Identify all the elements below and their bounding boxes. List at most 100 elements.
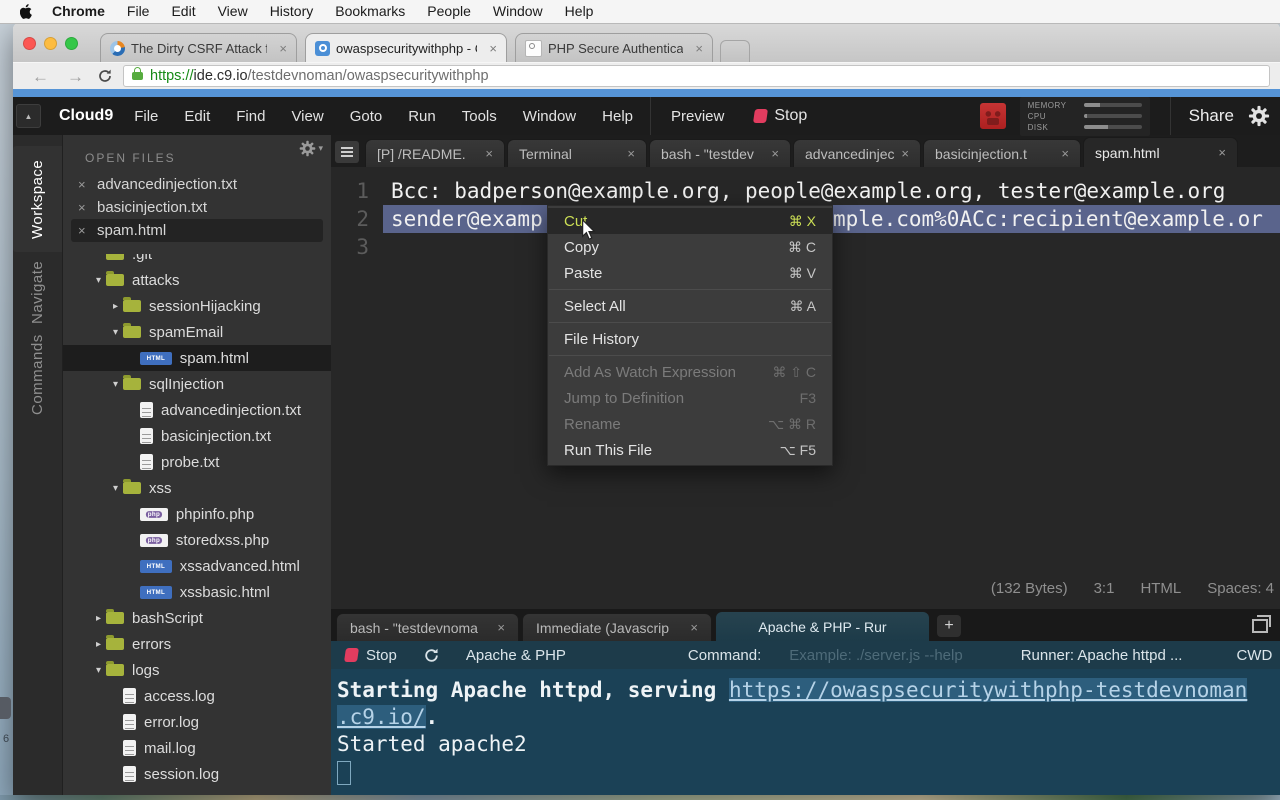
folder-expanded-icon[interactable]: ▾ xyxy=(108,379,123,390)
browser-tab-1[interactable]: The Dirty CSRF Attack for × xyxy=(100,33,297,62)
tree-item[interactable]: ▾ logs xyxy=(63,657,331,683)
maximize-console-icon[interactable] xyxy=(1252,615,1271,633)
ide-menu-window[interactable]: Window xyxy=(510,108,589,125)
minimize-window-icon[interactable] xyxy=(44,37,57,50)
ide-menu-tools[interactable]: Tools xyxy=(449,108,510,125)
console-tab-1[interactable]: bash - "testdevnoma × xyxy=(336,613,519,641)
browser-tab-2[interactable]: owaspsecuritywithphp - Cl × xyxy=(305,33,507,62)
tree-item[interactable]: HTML spam.html xyxy=(63,345,331,371)
editor-tab-3[interactable]: bash - "testdev × xyxy=(649,139,791,167)
ide-menu-file[interactable]: File xyxy=(121,108,171,125)
folder-collapsed-icon[interactable]: ▸ xyxy=(108,301,123,312)
ide-menu-find[interactable]: Find xyxy=(223,108,278,125)
tree-item[interactable]: ▾ xss xyxy=(63,475,331,501)
console-tab-2[interactable]: Immediate (Javascrip × xyxy=(522,613,712,641)
close-tab-icon[interactable]: × xyxy=(691,41,703,56)
terminal-output[interactable]: Starting Apache httpd, serving https://o… xyxy=(331,669,1280,795)
ide-menu-goto[interactable]: Goto xyxy=(337,108,396,125)
cwd-selector[interactable]: CWD xyxy=(1236,647,1272,664)
macos-menu-item-edit[interactable]: Edit xyxy=(160,3,206,19)
tree-item[interactable]: ▾ attacks xyxy=(63,267,331,293)
add-console-tab-button[interactable]: + xyxy=(937,615,961,637)
command-input[interactable]: Example: ./server.js --help xyxy=(789,647,962,664)
runner-stop-icon[interactable] xyxy=(344,648,359,662)
ide-menu-view[interactable]: View xyxy=(278,108,336,125)
macos-menu-item-file[interactable]: File xyxy=(116,3,161,19)
browser-tab-3[interactable]: PHP Secure Authentication × xyxy=(515,33,713,62)
sidebar-tab-navigate[interactable]: Navigate xyxy=(13,256,62,328)
macos-menu-item-help[interactable]: Help xyxy=(554,3,605,19)
runner-stop-label[interactable]: Stop xyxy=(366,647,397,664)
runner-selector[interactable]: Runner: Apache httpd ... xyxy=(1021,647,1183,664)
ide-menu-run[interactable]: Run xyxy=(395,108,449,125)
macos-menu-item-chrome[interactable]: Chrome xyxy=(41,3,116,19)
folder-expanded-icon[interactable]: ▾ xyxy=(108,483,123,494)
open-file-item[interactable]: × advancedinjection.txt xyxy=(71,173,323,196)
macos-menu-item-view[interactable]: View xyxy=(207,3,259,19)
zoom-window-icon[interactable] xyxy=(65,37,78,50)
folder-expanded-icon[interactable]: ▾ xyxy=(108,327,123,338)
settings-gear-icon[interactable] xyxy=(1248,105,1270,127)
close-tab-icon[interactable]: × xyxy=(627,146,635,161)
editor-tab-5[interactable]: basicinjection.t × xyxy=(923,139,1081,167)
sidebar-tab-workspace[interactable]: Workspace xyxy=(13,146,62,252)
share-button[interactable]: Share xyxy=(1189,106,1234,126)
close-file-icon[interactable]: × xyxy=(78,223,97,238)
close-file-icon[interactable]: × xyxy=(78,177,97,192)
collapse-menubar-button[interactable]: ▲ xyxy=(16,104,41,128)
tree-item[interactable]: ▾ sqlInjection xyxy=(63,371,331,397)
close-tab-icon[interactable]: × xyxy=(1061,146,1069,161)
close-window-icon[interactable] xyxy=(23,37,36,50)
close-tab-icon[interactable]: × xyxy=(497,620,505,635)
ide-menu-help[interactable]: Help xyxy=(589,108,646,125)
close-tab-icon[interactable]: × xyxy=(901,146,909,161)
menu-item-run-this-file[interactable]: Run This File ⌥ F5 xyxy=(548,437,832,463)
forward-icon[interactable]: → xyxy=(67,68,84,85)
syntax-mode[interactable]: HTML xyxy=(1140,580,1181,597)
folder-expanded-icon[interactable]: ▾ xyxy=(91,665,106,676)
preview-button[interactable]: Preview xyxy=(655,108,740,125)
editor-tab-6[interactable]: spam.html × xyxy=(1083,137,1238,167)
ide-brand[interactable]: Cloud9 xyxy=(59,107,113,125)
menu-item-select-all[interactable]: Select All ⌘ A xyxy=(548,293,832,319)
terminal-link[interactable]: .c9.io/ xyxy=(337,705,426,729)
tab-list-icon[interactable] xyxy=(335,141,359,163)
tree-item[interactable]: php storedxss.php xyxy=(63,527,331,553)
apple-icon[interactable] xyxy=(20,4,33,19)
ide-menu-edit[interactable]: Edit xyxy=(171,108,223,125)
tree-item[interactable]: access.log xyxy=(63,683,331,709)
editor-tab-4[interactable]: advancedinjec × xyxy=(793,139,921,167)
tree-item[interactable]: error.log xyxy=(63,709,331,735)
lock-icon[interactable] xyxy=(132,67,143,80)
close-tab-icon[interactable]: × xyxy=(275,41,287,56)
url-field[interactable]: https://ide.c9.io/testdevnoman/owaspsecu… xyxy=(123,65,1270,87)
macos-menu-item-history[interactable]: History xyxy=(259,3,325,19)
tree-item[interactable]: ▸ sessionHijacking xyxy=(63,293,331,319)
back-icon[interactable]: ← xyxy=(32,68,49,85)
close-tab-icon[interactable]: × xyxy=(1218,145,1226,160)
tree-item[interactable]: mail.log xyxy=(63,735,331,761)
tree-item[interactable]: HTML xssbasic.html xyxy=(63,579,331,605)
tree-item[interactable]: HTML xssadvanced.html xyxy=(63,553,331,579)
menu-item-file-history[interactable]: File History xyxy=(548,326,832,352)
folder-collapsed-icon[interactable]: ▸ xyxy=(91,613,106,624)
tree-item[interactable]: .git xyxy=(63,254,331,267)
macos-menu-item-people[interactable]: People xyxy=(416,3,482,19)
tree-item[interactable]: ▸ bashScript xyxy=(63,605,331,631)
macos-menu-item-window[interactable]: Window xyxy=(482,3,554,19)
open-file-item[interactable]: × basicinjection.txt xyxy=(71,196,323,219)
close-file-icon[interactable]: × xyxy=(78,200,97,215)
folder-expanded-icon[interactable]: ▾ xyxy=(91,275,106,286)
open-file-item[interactable]: × spam.html xyxy=(71,219,323,242)
cloud9-account-icon[interactable] xyxy=(979,103,1006,129)
terminal-link[interactable]: https://owaspsecuritywithphp-testdevnoma… xyxy=(728,678,1248,702)
close-tab-icon[interactable]: × xyxy=(485,41,497,56)
macos-menu-item-bookmarks[interactable]: Bookmarks xyxy=(324,3,416,19)
workspace-gear-icon[interactable]: ▾ xyxy=(299,140,323,157)
folder-collapsed-icon[interactable]: ▸ xyxy=(91,639,106,650)
reload-icon[interactable] xyxy=(97,68,113,84)
close-tab-icon[interactable]: × xyxy=(485,146,493,161)
tree-item[interactable]: advancedinjection.txt xyxy=(63,397,331,423)
close-tab-icon[interactable]: × xyxy=(690,620,698,635)
close-tab-icon[interactable]: × xyxy=(771,146,779,161)
